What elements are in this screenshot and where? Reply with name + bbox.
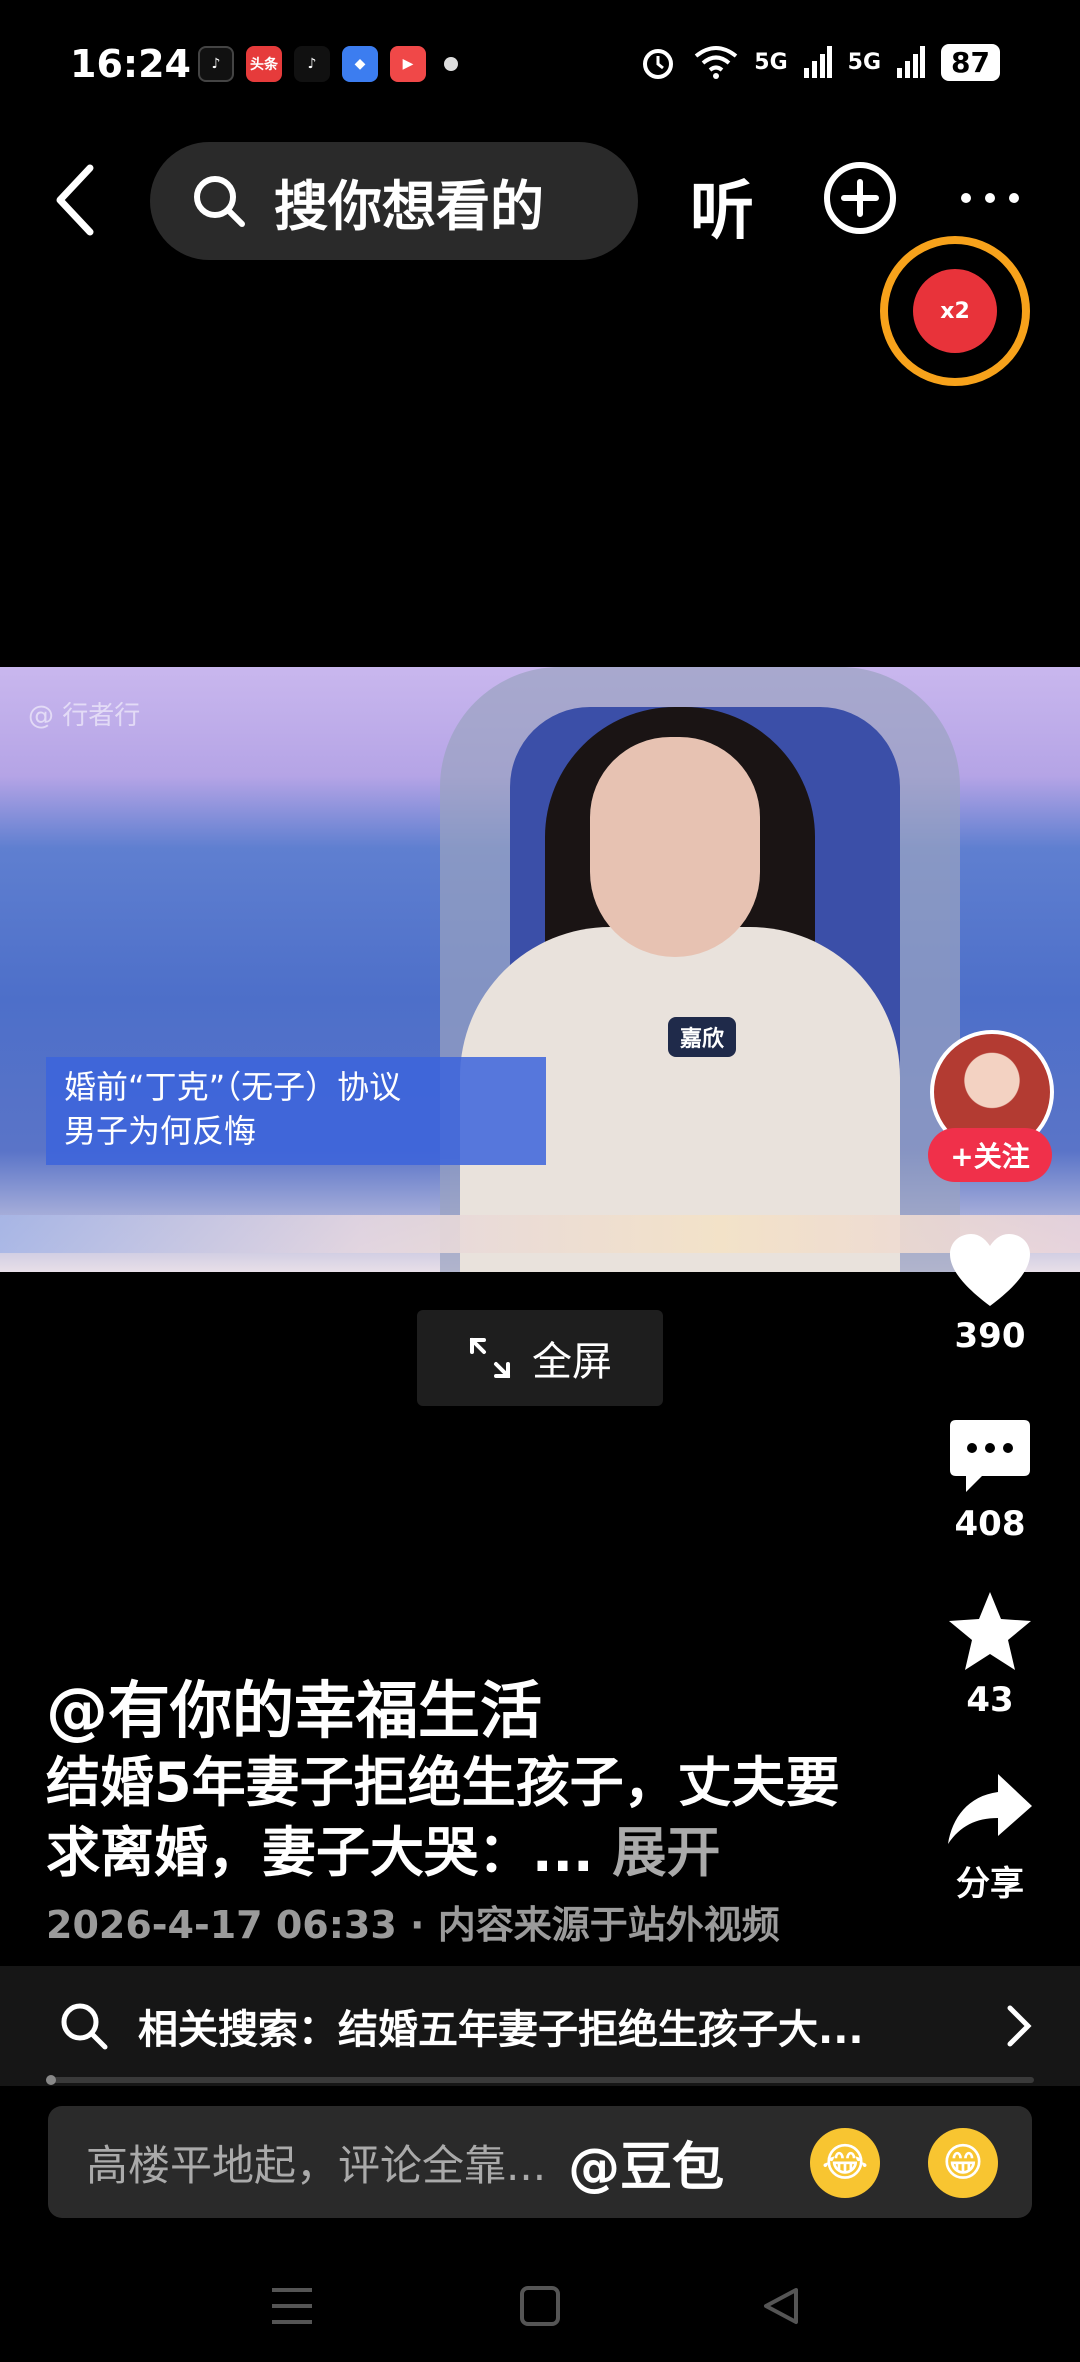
favorite-button[interactable]: 43	[920, 1590, 1060, 1720]
comment-placeholder: 高楼平地起，评论全靠...	[86, 2140, 547, 2190]
signal-2-label: 5G	[847, 49, 882, 75]
more-options-icon[interactable]	[958, 188, 1022, 208]
fullscreen-button[interactable]: 全屏	[417, 1310, 663, 1406]
fullscreen-label: 全屏	[532, 1339, 612, 1385]
like-button[interactable]: 390	[920, 1232, 1060, 1356]
search-icon	[194, 176, 245, 227]
chevron-right-icon	[1007, 2005, 1032, 2047]
search-bar[interactable]: 搜你想看的	[150, 142, 638, 260]
progress-handle[interactable]	[46, 2075, 56, 2085]
add-icon[interactable]	[822, 160, 898, 236]
red-packet-button[interactable]: x2	[880, 236, 1030, 386]
video-watermark: @ 行者行	[28, 701, 141, 731]
video-subtitle: 婚前“丁克”（无子）协议 男子为何反悔	[46, 1057, 546, 1165]
comment-button[interactable]: 408	[920, 1418, 1060, 1544]
more-notifications-icon	[444, 57, 458, 71]
search-placeholder: 搜你想看的	[274, 174, 544, 238]
video-ticker-bar	[0, 1215, 1080, 1253]
comment-icon	[950, 1420, 1030, 1492]
status-time: 16:24	[70, 42, 191, 86]
battery-level: 87	[941, 43, 1000, 81]
post-meta: 2026-4-17 06:33 · 内容来源于站外视频	[46, 1903, 780, 1947]
share-icon	[948, 1774, 1032, 1844]
author-name[interactable]: @有你的幸福生活	[46, 1660, 542, 1750]
toutiao-app-icon: 头条	[246, 46, 282, 82]
mention-doubao[interactable]: @豆包	[568, 2125, 724, 2200]
signal-bars-icon	[897, 46, 926, 78]
related-search-bar[interactable]: 相关搜索：结婚五年妻子拒绝生孩子大...	[0, 1966, 1080, 2086]
expand-icon	[470, 1338, 510, 1378]
comment-count: 408	[954, 1504, 1026, 1544]
video-player[interactable]: 嘉欣 @ 行者行 婚前“丁克”（无子）协议 男子为何反悔	[0, 667, 1080, 1272]
name-badge: 嘉欣	[668, 1017, 737, 1057]
related-search-text: 相关搜索：结婚五年妻子拒绝生孩子大...	[138, 2007, 864, 2053]
search-icon	[61, 2003, 108, 2050]
browser-app-icon: ◆	[342, 46, 378, 82]
status-bar: 16:24 ♪ 头条 ♪ ◆ ▶ 5G 5G 87	[0, 0, 1080, 130]
menu-nav-icon[interactable]	[272, 2288, 312, 2324]
alarm-icon	[643, 49, 674, 79]
subtitle-line-1: 婚前“丁克”（无子）协议	[64, 1068, 402, 1106]
heart-icon	[950, 1234, 1030, 1306]
notification-icons: ♪ 头条 ♪ ◆ ▶	[198, 46, 458, 82]
crying-laugh-emoji-icon[interactable]: 😂	[810, 2128, 880, 2198]
like-count: 390	[954, 1316, 1026, 1356]
subtitle-line-2: 男子为何反悔	[64, 1112, 257, 1150]
back-arrow-icon[interactable]	[48, 160, 108, 240]
signal-1-label: 5G	[754, 49, 788, 75]
system-icons: 5G 5G 87	[638, 42, 1000, 82]
video-progress-bar[interactable]	[46, 2075, 1034, 2085]
douyin-app-icon: ♪	[198, 46, 234, 82]
star-icon	[949, 1592, 1031, 1670]
share-button[interactable]: 分享	[920, 1770, 1060, 1905]
system-nav-bar	[272, 2286, 798, 2326]
tiktok-app-icon: ♪	[294, 46, 330, 82]
video-person-face	[590, 737, 760, 957]
description-text: 结婚5年妻子拒绝生孩子，丈夫要求离婚，妻子大哭：...	[46, 1751, 840, 1884]
home-nav-icon[interactable]	[520, 2286, 560, 2326]
comment-input[interactable]: 高楼平地起，评论全靠... @豆包	[48, 2106, 1032, 2218]
video-app-icon: ▶	[390, 46, 426, 82]
post-description[interactable]: 结婚5年妻子拒绝生孩子，丈夫要求离婚，妻子大哭：... 展开	[46, 1748, 846, 1888]
listen-button[interactable]: 听	[690, 160, 754, 252]
grin-emoji-icon[interactable]: 😁	[928, 2128, 998, 2198]
wifi-icon	[695, 46, 738, 79]
back-nav-icon[interactable]	[764, 2288, 798, 2324]
expand-link[interactable]: 展开	[612, 1821, 720, 1884]
red-packet-label: x2	[913, 269, 997, 353]
share-label: 分享	[956, 1864, 1024, 1904]
follow-button[interactable]: +关注	[928, 1128, 1052, 1182]
signal-bars-icon	[803, 46, 832, 78]
favorite-count: 43	[966, 1680, 1014, 1720]
